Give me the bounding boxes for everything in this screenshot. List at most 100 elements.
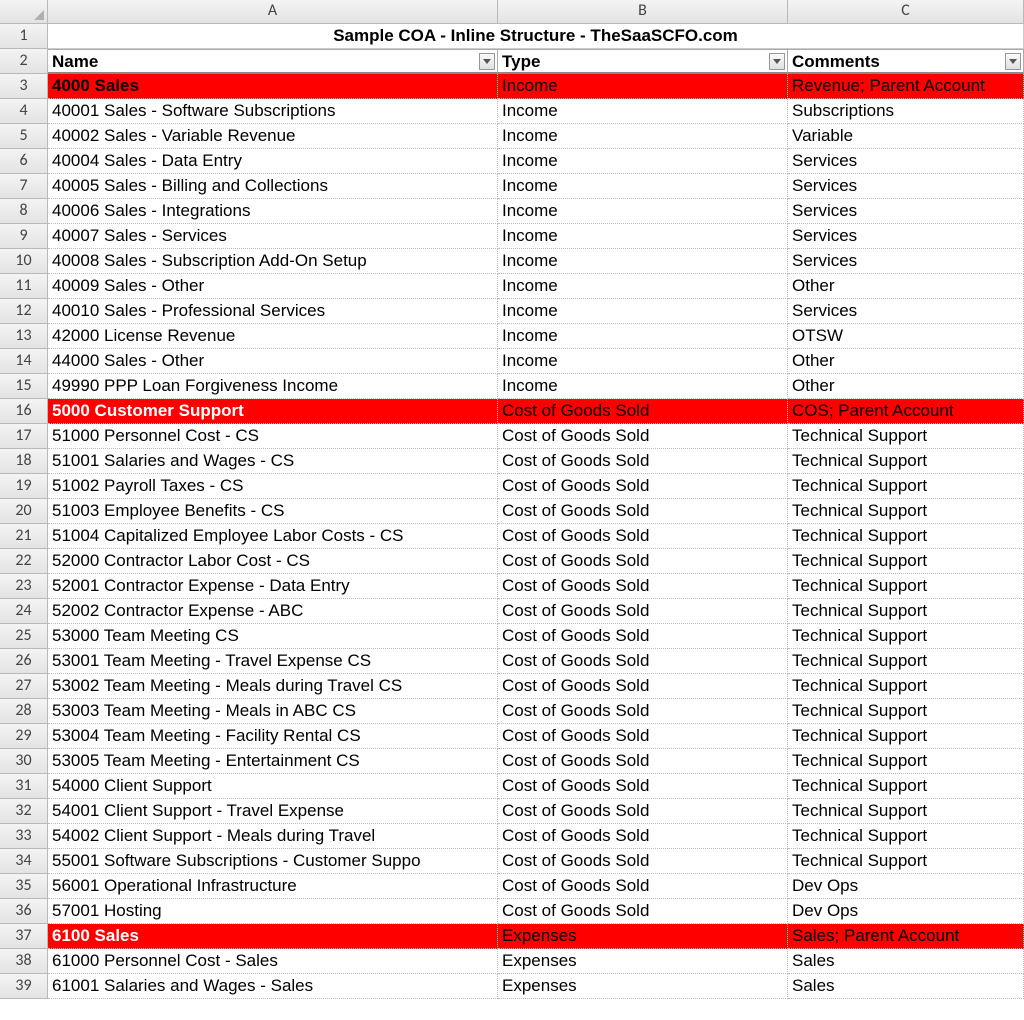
cell-name[interactable]: 54000 Client Support (48, 774, 498, 799)
cell-name[interactable]: 55001 Software Subscriptions - Customer … (48, 849, 498, 874)
cell-comments[interactable]: Other (788, 274, 1024, 299)
cell-type[interactable]: Cost of Goods Sold (498, 774, 788, 799)
cell-name[interactable]: 40007 Sales - Services (48, 224, 498, 249)
cell-comments[interactable]: Technical Support (788, 599, 1024, 624)
row-header[interactable]: 26 (0, 649, 48, 674)
cell-type[interactable]: Expenses (498, 924, 788, 949)
row-header[interactable]: 14 (0, 349, 48, 374)
cell-type[interactable]: Cost of Goods Sold (498, 599, 788, 624)
cell-comments[interactable]: Technical Support (788, 749, 1024, 774)
row-header[interactable]: 33 (0, 824, 48, 849)
row-header[interactable]: 35 (0, 874, 48, 899)
cell-comments[interactable]: OTSW (788, 324, 1024, 349)
cell-type[interactable]: Cost of Goods Sold (498, 749, 788, 774)
row-header[interactable]: 17 (0, 424, 48, 449)
cell-name[interactable]: 61001 Salaries and Wages - Sales (48, 974, 498, 999)
cell-comments[interactable]: Sales; Parent Account (788, 924, 1024, 949)
row-header[interactable]: 11 (0, 274, 48, 299)
cell-comments[interactable]: Technical Support (788, 799, 1024, 824)
cell-type[interactable]: Income (498, 74, 788, 99)
cell-comments[interactable]: Services (788, 199, 1024, 224)
table-heading-name[interactable]: Name (48, 49, 498, 74)
cell-type[interactable]: Income (498, 99, 788, 124)
cell-name[interactable]: 40004 Sales - Data Entry (48, 149, 498, 174)
cell-type[interactable]: Income (498, 224, 788, 249)
table-heading-type[interactable]: Type (498, 49, 788, 74)
row-header[interactable]: 38 (0, 949, 48, 974)
cell-comments[interactable]: Technical Support (788, 724, 1024, 749)
row-header[interactable]: 5 (0, 124, 48, 149)
row-header[interactable]: 32 (0, 799, 48, 824)
row-header[interactable]: 31 (0, 774, 48, 799)
row-header[interactable]: 22 (0, 549, 48, 574)
cell-type[interactable]: Cost of Goods Sold (498, 674, 788, 699)
row-header[interactable]: 3 (0, 74, 48, 99)
cell-type[interactable]: Cost of Goods Sold (498, 849, 788, 874)
cell-type[interactable]: Cost of Goods Sold (498, 399, 788, 424)
row-header[interactable]: 18 (0, 449, 48, 474)
cell-comments[interactable]: Technical Support (788, 474, 1024, 499)
row-header[interactable]: 23 (0, 574, 48, 599)
row-header[interactable]: 25 (0, 624, 48, 649)
cell-type[interactable]: Cost of Goods Sold (498, 524, 788, 549)
cell-type[interactable]: Cost of Goods Sold (498, 424, 788, 449)
cell-name[interactable]: 53002 Team Meeting - Meals during Travel… (48, 674, 498, 699)
cell-comments[interactable]: Technical Support (788, 699, 1024, 724)
cell-type[interactable]: Income (498, 149, 788, 174)
cell-comments[interactable]: Services (788, 174, 1024, 199)
cell-comments[interactable]: Subscriptions (788, 99, 1024, 124)
cell-comments[interactable]: COS; Parent Account (788, 399, 1024, 424)
column-header[interactable]: C (788, 0, 1024, 24)
cell-name[interactable]: 40008 Sales - Subscription Add-On Setup (48, 249, 498, 274)
cell-comments[interactable]: Technical Support (788, 424, 1024, 449)
cell-name[interactable]: 51004 Capitalized Employee Labor Costs -… (48, 524, 498, 549)
row-header[interactable]: 34 (0, 849, 48, 874)
cell-type[interactable]: Cost of Goods Sold (498, 899, 788, 924)
cell-comments[interactable]: Technical Support (788, 549, 1024, 574)
cell-type[interactable]: Cost of Goods Sold (498, 724, 788, 749)
cell-comments[interactable]: Services (788, 224, 1024, 249)
cell-type[interactable]: Expenses (498, 974, 788, 999)
cell-name[interactable]: 52002 Contractor Expense - ABC (48, 599, 498, 624)
cell-comments[interactable]: Services (788, 249, 1024, 274)
cell-name[interactable]: 53003 Team Meeting - Meals in ABC CS (48, 699, 498, 724)
cell-type[interactable]: Cost of Goods Sold (498, 699, 788, 724)
cell-name[interactable]: 40010 Sales - Professional Services (48, 299, 498, 324)
row-header[interactable]: 6 (0, 149, 48, 174)
cell-comments[interactable]: Technical Support (788, 574, 1024, 599)
cell-type[interactable]: Cost of Goods Sold (498, 474, 788, 499)
row-header[interactable]: 30 (0, 749, 48, 774)
cell-type[interactable]: Income (498, 374, 788, 399)
cell-comments[interactable]: Technical Support (788, 824, 1024, 849)
cell-name[interactable]: 54001 Client Support - Travel Expense (48, 799, 498, 824)
row-header[interactable]: 7 (0, 174, 48, 199)
row-header[interactable]: 16 (0, 399, 48, 424)
cell-comments[interactable]: Technical Support (788, 524, 1024, 549)
cell-name[interactable]: 51002 Payroll Taxes - CS (48, 474, 498, 499)
row-header[interactable]: 39 (0, 974, 48, 999)
cell-name[interactable]: 42000 License Revenue (48, 324, 498, 349)
cell-name[interactable]: 40009 Sales - Other (48, 274, 498, 299)
cell-name[interactable]: 44000 Sales - Other (48, 349, 498, 374)
cell-comments[interactable]: Technical Support (788, 624, 1024, 649)
cell-name[interactable]: 52000 Contractor Labor Cost - CS (48, 549, 498, 574)
cell-name[interactable]: 52001 Contractor Expense - Data Entry (48, 574, 498, 599)
cell-name[interactable]: 51000 Personnel Cost - CS (48, 424, 498, 449)
cell-name[interactable]: 5000 Customer Support (48, 399, 498, 424)
row-header[interactable]: 36 (0, 899, 48, 924)
row-header[interactable]: 9 (0, 224, 48, 249)
cell-comments[interactable]: Variable (788, 124, 1024, 149)
cell-comments[interactable]: Services (788, 299, 1024, 324)
column-header[interactable]: A (48, 0, 498, 24)
cell-comments[interactable]: Revenue; Parent Account (788, 74, 1024, 99)
cell-name[interactable]: 40006 Sales - Integrations (48, 199, 498, 224)
cell-name[interactable]: 53001 Team Meeting - Travel Expense CS (48, 649, 498, 674)
cell-comments[interactable]: Services (788, 149, 1024, 174)
cell-comments[interactable]: Technical Support (788, 674, 1024, 699)
cell-type[interactable]: Income (498, 199, 788, 224)
cell-type[interactable]: Cost of Goods Sold (498, 499, 788, 524)
filter-dropdown-button[interactable] (1005, 53, 1021, 70)
row-header[interactable]: 8 (0, 199, 48, 224)
select-all-corner[interactable] (0, 0, 48, 24)
cell-comments[interactable]: Dev Ops (788, 874, 1024, 899)
